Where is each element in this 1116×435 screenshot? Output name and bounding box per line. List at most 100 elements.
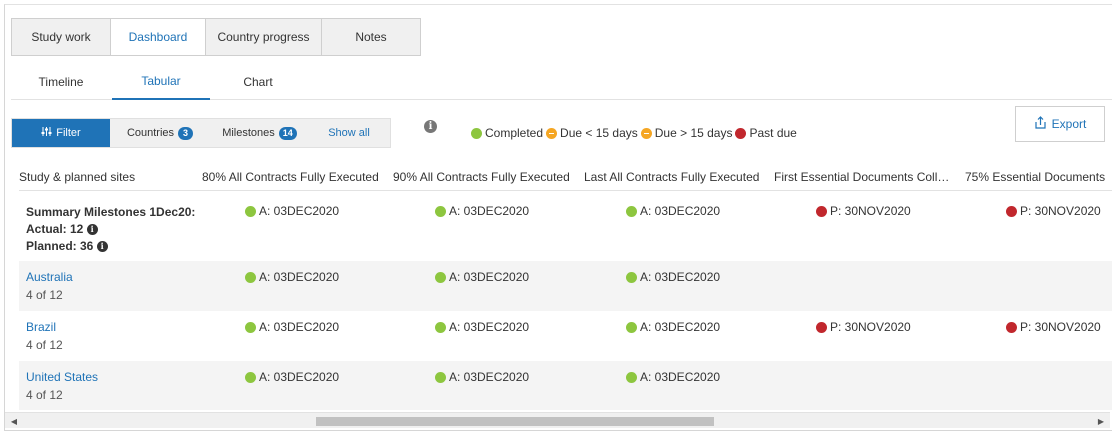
milestones-label: Milestones — [222, 127, 275, 139]
red-dot-icon — [1006, 205, 1017, 217]
site-count: 4 of 12 — [26, 288, 63, 302]
summary-planned-text: Planned: 36 — [26, 239, 94, 253]
column-header[interactable]: Last All Contracts Fully Executed — [584, 170, 765, 184]
red-dot-icon — [816, 205, 827, 217]
country-link[interactable]: Brazil — [26, 320, 196, 334]
tab-chart[interactable]: Chart — [210, 63, 306, 100]
status-legend: Completed Due < 15 days Due > 15 days Pa… — [471, 126, 800, 140]
summary-title: Summary Milestones 1Dec20: — [26, 205, 196, 219]
milestone-date: P: 30NOV2020 — [830, 204, 911, 218]
milestone-value[interactable]: P: 30NOV2020 — [816, 320, 911, 334]
legend-due-soon: Due < 15 days — [546, 126, 638, 140]
summary-planned: Planned: 36 i — [26, 238, 226, 255]
info-icon[interactable]: i — [96, 241, 108, 253]
table-header-row: Study & planned sites 80% All Contracts … — [19, 161, 1112, 191]
milestone-value[interactable]: A: 03DEC2020 — [626, 320, 720, 334]
summary-actual-text: Actual: 12 — [26, 222, 84, 236]
milestone-value[interactable]: P: 30NOV2020 — [816, 204, 911, 218]
summary-actual: Actual: 12 i — [26, 221, 226, 238]
green-dot-icon — [245, 321, 256, 333]
milestone-value[interactable]: A: 03DEC2020 — [245, 370, 339, 384]
view-tab-bar: Timeline Tabular Chart — [11, 63, 1112, 100]
milestone-value[interactable]: A: 03DEC2020 — [245, 270, 339, 284]
countries-label: Countries — [126, 127, 175, 139]
summary-row: Summary Milestones 1Dec20: Actual: 12 i … — [19, 192, 1112, 261]
scrollbar-thumb[interactable] — [316, 417, 714, 426]
milestone-date: P: 30NOV2020 — [1020, 320, 1101, 334]
table-row: United States 4 of 12 A: 03DEC2020 A: 03… — [19, 361, 1112, 410]
column-header[interactable]: First Essential Documents Collected — [774, 170, 955, 184]
tab-study-work[interactable]: Study work — [12, 19, 111, 55]
milestone-date: A: 03DEC2020 — [640, 320, 721, 334]
tab-country-progress[interactable]: Country progress — [206, 19, 322, 55]
summary-cell: Summary Milestones 1Dec20: Actual: 12 i … — [26, 204, 226, 255]
milestones-count-badge: 14 — [278, 126, 297, 140]
legend-past-due-label: Past due — [749, 126, 797, 140]
orange-minus-icon — [546, 127, 558, 139]
milestone-value[interactable]: A: 03DEC2020 — [435, 270, 529, 284]
milestone-date: A: 03DEC2020 — [259, 320, 340, 334]
milestone-date: A: 03DEC2020 — [259, 204, 340, 218]
tab-dashboard[interactable]: Dashboard — [111, 19, 206, 55]
milestone-value[interactable]: P: 30NOV2020 — [1006, 320, 1101, 334]
site-count: 4 of 12 — [26, 338, 63, 352]
horizontal-scrollbar[interactable]: ◀ ▶ — [5, 412, 1110, 428]
milestone-date: A: 03DEC2020 — [640, 370, 721, 384]
green-dot-icon — [435, 271, 446, 283]
filter-label: Filter — [56, 127, 81, 139]
countries-count-badge: 3 — [178, 126, 194, 140]
tab-notes[interactable]: Notes — [322, 19, 420, 55]
scroll-right-icon[interactable]: ▶ — [1094, 414, 1108, 428]
tab-tabular[interactable]: Tabular — [112, 63, 210, 100]
milestone-date: A: 03DEC2020 — [449, 370, 530, 384]
legend-due-later: Due > 15 days — [640, 126, 733, 140]
milestone-date: A: 03DEC2020 — [449, 204, 530, 218]
milestones-button[interactable]: Milestones 14 — [210, 119, 309, 147]
legend-past-due: Past due — [735, 126, 797, 140]
milestone-table: Study & planned sites 80% All Contracts … — [19, 161, 1112, 410]
legend-due-later-label: Due > 15 days — [654, 126, 733, 140]
milestone-value[interactable]: A: 03DEC2020 — [435, 320, 529, 334]
site-count: 4 of 12 — [26, 388, 63, 402]
column-header[interactable]: 75% Essential Documents — [965, 170, 1112, 184]
site-cell: Brazil 4 of 12 — [26, 320, 196, 352]
filter-button[interactable]: Filter — [12, 119, 110, 147]
orange-minus-icon — [640, 127, 652, 139]
green-dot-icon — [435, 205, 446, 217]
table-row: Brazil 4 of 12 A: 03DEC2020 A: 03DEC2020… — [19, 311, 1112, 361]
milestone-date: P: 30NOV2020 — [830, 320, 911, 334]
green-dot-icon — [245, 205, 256, 217]
scroll-left-icon[interactable]: ◀ — [7, 414, 21, 428]
info-icon[interactable]: i — [424, 120, 437, 133]
milestone-date: A: 03DEC2020 — [640, 270, 721, 284]
milestone-value[interactable]: A: 03DEC2020 — [435, 204, 529, 218]
green-dot-icon — [245, 371, 256, 383]
milestone-value[interactable]: A: 03DEC2020 — [626, 204, 720, 218]
show-all-button[interactable]: Show all — [309, 119, 389, 147]
column-header[interactable]: 90% All Contracts Fully Executed — [393, 170, 574, 184]
milestone-date: A: 03DEC2020 — [640, 204, 721, 218]
country-link[interactable]: Australia — [26, 270, 196, 284]
milestone-value[interactable]: A: 03DEC2020 — [245, 204, 339, 218]
green-dot-icon — [471, 127, 482, 139]
milestone-value[interactable]: P: 30NOV2020 — [1006, 204, 1101, 218]
countries-button[interactable]: Countries 3 — [110, 119, 210, 147]
filter-bar: Filter Countries 3 Milestones 14 Show al… — [11, 118, 391, 148]
tab-timeline[interactable]: Timeline — [11, 63, 111, 100]
legend-completed: Completed — [471, 126, 543, 140]
green-dot-icon — [626, 205, 637, 217]
milestone-value[interactable]: A: 03DEC2020 — [626, 370, 720, 384]
column-header[interactable]: 80% All Contracts Fully Executed — [202, 170, 383, 184]
green-dot-icon — [435, 371, 446, 383]
column-header[interactable]: Study & planned sites — [19, 170, 189, 184]
milestone-value[interactable]: A: 03DEC2020 — [245, 320, 339, 334]
table-row: Australia 4 of 12 A: 03DEC2020 A: 03DEC2… — [19, 261, 1112, 311]
info-icon[interactable]: i — [86, 224, 98, 236]
country-link[interactable]: United States — [26, 370, 196, 384]
export-button[interactable]: Export — [1015, 106, 1105, 142]
export-label: Export — [1051, 117, 1087, 131]
milestone-value[interactable]: A: 03DEC2020 — [435, 370, 529, 384]
milestone-value[interactable]: A: 03DEC2020 — [626, 270, 720, 284]
green-dot-icon — [245, 271, 256, 283]
green-dot-icon — [435, 321, 446, 333]
